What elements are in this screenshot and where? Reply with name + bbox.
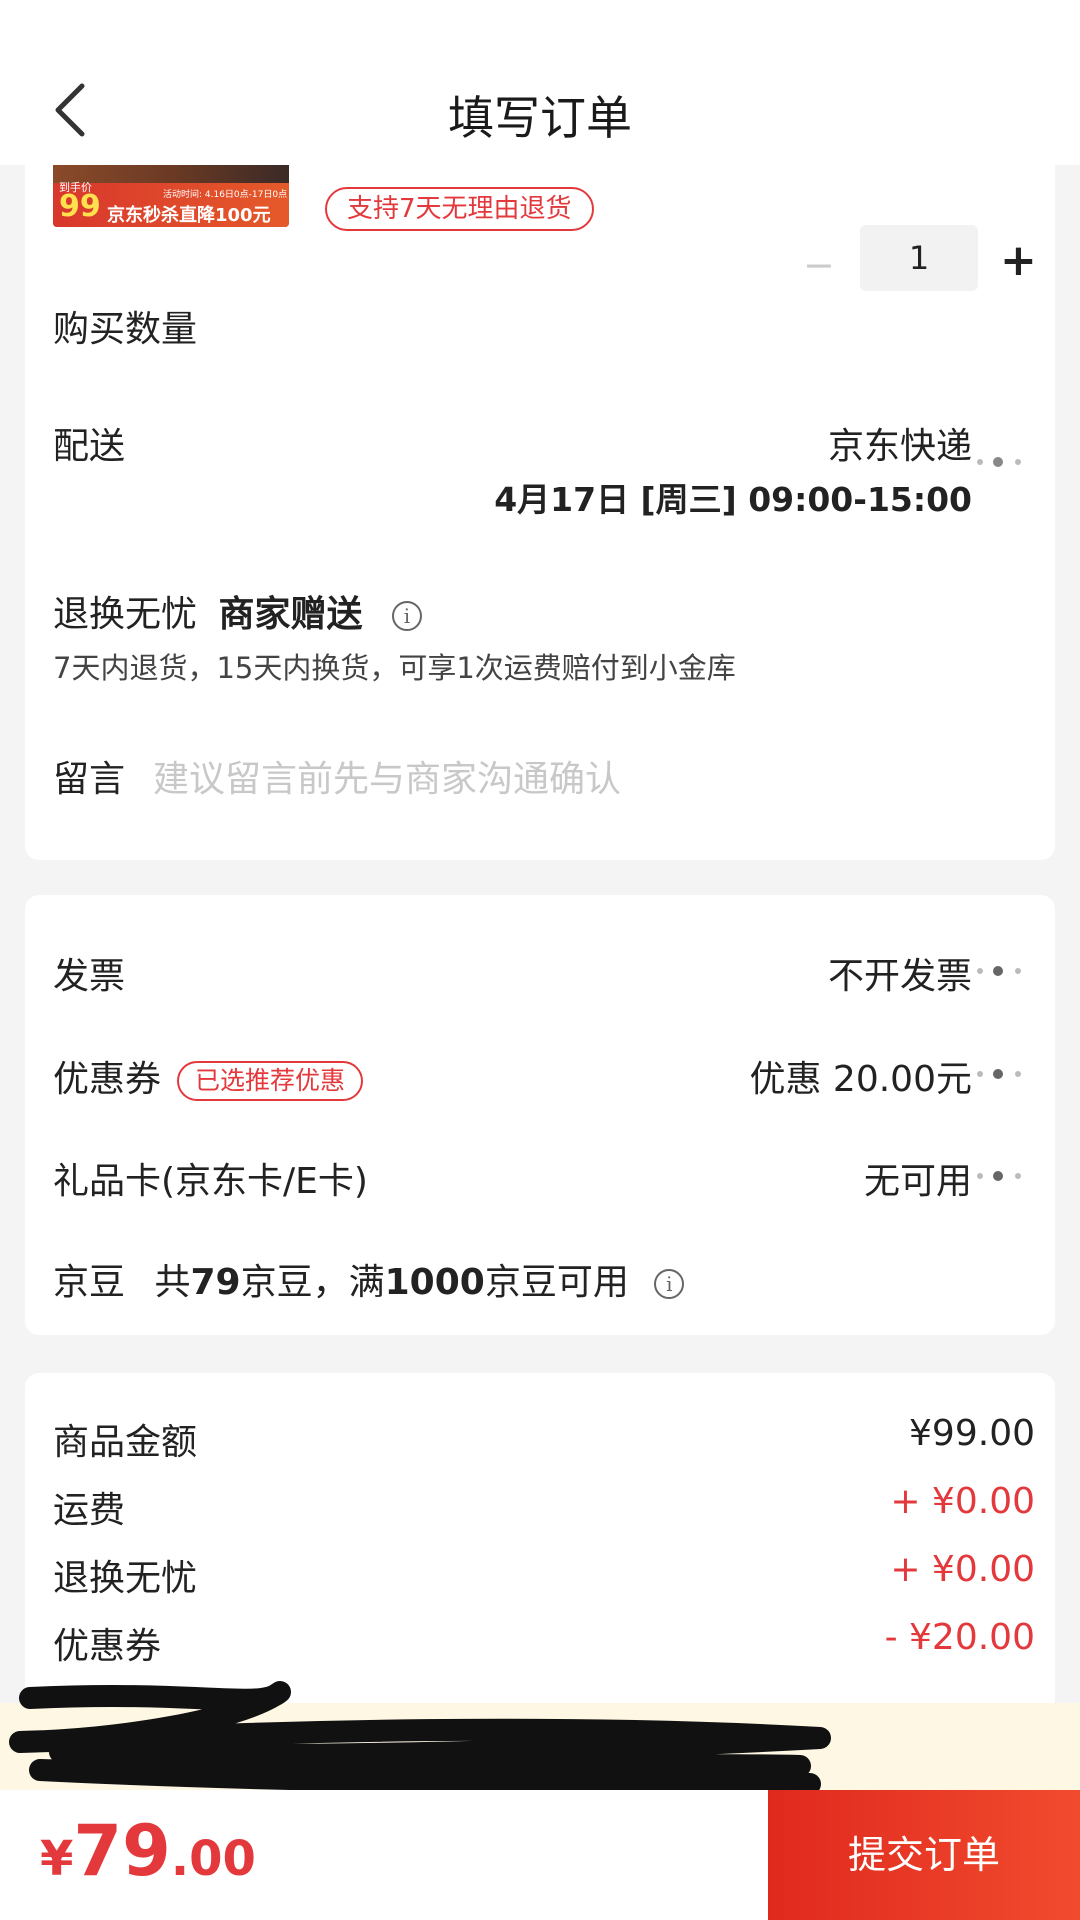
quantity-value[interactable]: 1 [860, 225, 978, 291]
thumb-price: 99 [59, 189, 101, 224]
coupon-tag: 已选推荐优惠 [177, 1061, 364, 1101]
guarantee-strong: 商家赠送 [218, 594, 363, 635]
jingdou-threshold: 1000 [384, 1262, 485, 1303]
summary-label: 运费 [53, 1490, 126, 1531]
summary-value: + ¥0.00 [890, 1549, 1035, 1590]
nav-header: 填写订单 [0, 0, 1080, 165]
payment-options-card: 发票 不开发票 优惠券 已选推荐优惠 优惠 20.00元 礼品卡(京东卡/E卡) … [25, 895, 1055, 1335]
giftcard-label: 礼品卡(京东卡/E卡) [53, 1161, 368, 1202]
info-icon[interactable]: i [654, 1269, 685, 1299]
checkout-bar: ¥79.00 提交订单 [0, 1790, 1080, 1920]
more-dots-icon[interactable] [977, 455, 1023, 469]
thumb-activity: 活动时间: 4.16日0点-17日0点 [163, 190, 288, 200]
summary-label: 优惠券 [53, 1626, 162, 1667]
coupon-value[interactable]: 优惠 20.00元 [749, 1050, 972, 1102]
guarantee-row: 退换无忧 商家赠送 i [53, 585, 422, 637]
summary-label: 商品金额 [53, 1422, 198, 1463]
quantity-label: 购买数量 [53, 309, 198, 350]
total-price: ¥79.00 [40, 1810, 256, 1892]
more-dots-icon[interactable] [977, 1169, 1023, 1183]
delivery-carrier[interactable]: 京东快递 [828, 417, 972, 469]
price-summary-card: 商品金额 ¥99.00 运费 + ¥0.00 退换无忧 + ¥0.00 优惠券 … [25, 1373, 1055, 1713]
page-title: 填写订单 [448, 91, 632, 145]
jingdou-text-1: 共 [154, 1262, 191, 1303]
more-dots-icon[interactable] [977, 1067, 1023, 1081]
quantity-minus-button[interactable]: − [803, 243, 835, 287]
total-integer: 79 [73, 1810, 171, 1892]
coupon-row: 优惠券 已选推荐优惠 [53, 1050, 364, 1102]
guarantee-desc: 7天内退货，15天内换货，可享1次运费赔付到小金库 [53, 651, 736, 685]
jingdou-label: 京豆 [53, 1262, 126, 1303]
guarantee-label: 退换无忧 [53, 594, 198, 635]
summary-value: - ¥20.00 [884, 1617, 1035, 1658]
summary-label: 退换无忧 [53, 1558, 198, 1599]
delivery-time[interactable]: 4月17日 [周三] 09:00-15:00 [494, 473, 972, 521]
jingdou-text-2: 京豆，满 [240, 1262, 385, 1303]
invoice-value[interactable]: 不开发票 [828, 947, 972, 999]
summary-value: ¥99.00 [909, 1413, 1035, 1454]
jingdou-count: 79 [190, 1262, 241, 1303]
return-policy-badge: 支持7天无理由退货 [325, 187, 594, 231]
redaction-scribble [9, 1681, 831, 1795]
message-input[interactable]: 建议留言前先与商家沟通确认 [153, 750, 621, 802]
submit-order-button[interactable]: 提交订单 [768, 1790, 1080, 1920]
coupon-label: 优惠券 [53, 1059, 162, 1100]
delivery-label: 配送 [53, 426, 126, 467]
total-currency: ¥ [40, 1831, 74, 1887]
invoice-label: 发票 [53, 956, 126, 997]
total-decimal: .00 [170, 1831, 256, 1887]
summary-value: + ¥0.00 [890, 1481, 1035, 1522]
more-dots-icon[interactable] [977, 964, 1023, 978]
info-icon[interactable]: i [391, 601, 422, 631]
order-info-card: 到手价 99 活动时间: 4.16日0点-17日0点 京东秒杀直降100元 支持… [25, 165, 1055, 860]
giftcard-value[interactable]: 无可用 [864, 1152, 972, 1204]
thumb-promo: 京东秒杀直降100元 [107, 205, 271, 226]
message-label: 留言 [53, 759, 126, 800]
product-thumbnail[interactable]: 到手价 99 活动时间: 4.16日0点-17日0点 京东秒杀直降100元 [53, 165, 289, 227]
jingdou-text-3: 京豆可用 [484, 1262, 629, 1303]
quantity-plus-button[interactable]: + [1000, 235, 1037, 286]
jingdou-row: 京豆 共79京豆，满1000京豆可用 i [53, 1253, 685, 1305]
